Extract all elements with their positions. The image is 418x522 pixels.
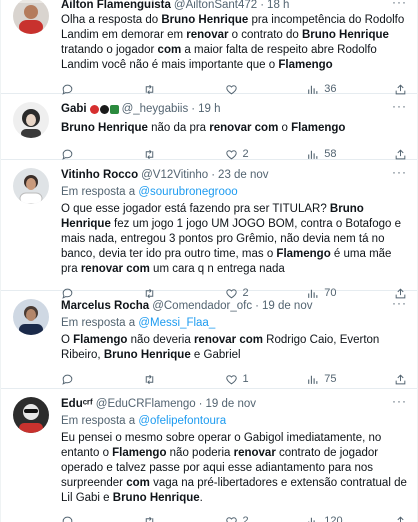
reply-icon: [62, 149, 73, 160]
more-icon[interactable]: ···: [392, 0, 407, 9]
views-icon: [308, 517, 315, 522]
reply-context: Em resposta a @sourubronegrooo: [61, 186, 238, 198]
retweet-icon: [145, 374, 153, 384]
retweet-button[interactable]: [143, 373, 225, 386]
views-button[interactable]: 120: [306, 515, 388, 522]
reply-button[interactable]: [61, 515, 143, 522]
display-name[interactable]: Ailton Flamenguista: [61, 0, 171, 13]
retweet-button[interactable]: [143, 148, 225, 161]
like-icon: [225, 516, 237, 522]
avatar[interactable]: [13, 397, 49, 433]
views-icon: [308, 150, 318, 159]
search-results-feed: Ailton Flamenguista @AiltonSant472 · 18 …: [0, 0, 418, 522]
tweet-text: Bruno Henrique não da pra renovar com o …: [61, 122, 346, 134]
like-button[interactable]: 1: [225, 373, 307, 386]
reply-context: Em resposta a @ofelipefontoura: [61, 415, 227, 427]
share-icon: [397, 515, 404, 522]
views-button[interactable]: 58: [306, 148, 388, 161]
reply-to-link[interactable]: @ofelipefontoura: [138, 415, 226, 427]
handle[interactable]: @_heygabiis: [122, 102, 189, 117]
like-icon: [225, 374, 237, 384]
red-circle-icon: [89, 105, 99, 114]
timestamp[interactable]: 19 h: [198, 102, 220, 117]
handle[interactable]: @V12Vitinho: [141, 168, 208, 183]
handle[interactable]: @EduCRFlamengo: [96, 397, 196, 412]
display-name[interactable]: Gabi: [61, 102, 87, 117]
tweet[interactable]: Eduᶜʳᶠ @EduCRFlamengo · 19 de nov ··· Em…: [1, 389, 417, 522]
reply-icon: [62, 374, 73, 385]
separator-dot: ·: [191, 103, 196, 115]
like-icon: [225, 149, 237, 159]
timestamp[interactable]: 18 h: [267, 0, 289, 13]
share-button[interactable]: [394, 373, 407, 386]
tweet[interactable]: Ailton Flamenguista @AiltonSant472 · 18 …: [1, 0, 417, 95]
like-button[interactable]: 2: [225, 515, 307, 522]
avatar[interactable]: [13, 299, 49, 335]
black-circle-icon: [99, 105, 109, 114]
reply-context: Em resposta a @Messi_Flaa_: [61, 317, 216, 329]
reply-button[interactable]: [61, 148, 143, 161]
more-icon[interactable]: ···: [392, 394, 407, 408]
tweet-actions: 2 120: [61, 512, 407, 522]
reply-to-link[interactable]: @Messi_Flaa_: [138, 317, 215, 329]
tweet-header: Ailton Flamenguista @AiltonSant472 · 18 …: [61, 0, 407, 13]
share-icon: [395, 148, 406, 159]
retweet-icon: [145, 149, 153, 159]
display-name[interactable]: Marcelus Rocha: [61, 299, 149, 314]
retweet-button[interactable]: [143, 515, 225, 522]
display-name[interactable]: Vitinho Rocco: [61, 168, 138, 183]
tweet[interactable]: Marcelus Rocha @Comendador_ofc · 19 de n…: [1, 291, 417, 389]
more-icon[interactable]: ···: [392, 99, 407, 113]
tweet-text: O que esse jogador está fazendo pra ser …: [61, 203, 402, 275]
share-icon: [395, 373, 406, 384]
name-emoji-badges: [89, 105, 119, 114]
avatar[interactable]: [13, 0, 49, 34]
separator-dot: ·: [211, 169, 216, 181]
reply-icon: [62, 516, 73, 522]
avatar[interactable]: [13, 168, 49, 204]
separator-dot: ·: [255, 300, 259, 312]
handle[interactable]: @Comendador_ofc: [152, 299, 252, 314]
tweet[interactable]: Gabi @_heygabiis · 19 h ··· Bruno Henriq…: [1, 94, 417, 160]
tweet-text: Eu pensei o mesmo sobre operar o Gabigol…: [61, 432, 407, 504]
share-button[interactable]: [394, 148, 407, 161]
tweet[interactable]: Vitinho Rocco @V12Vitinho · 23 de nov ··…: [1, 160, 417, 299]
timestamp[interactable]: 19 de nov: [206, 397, 257, 412]
tweet-header: Vitinho Rocco @V12Vitinho · 23 de nov: [61, 168, 407, 183]
tweet-header: Gabi @_heygabiis · 19 h: [61, 102, 407, 117]
share-button[interactable]: [394, 515, 407, 522]
timestamp[interactable]: 19 de nov: [262, 299, 313, 314]
separator-dot: ·: [260, 0, 265, 11]
handle[interactable]: @AiltonSant472: [174, 0, 257, 13]
flag-icon: [109, 105, 119, 114]
like-button[interactable]: 2: [225, 148, 307, 161]
more-icon[interactable]: ···: [392, 165, 407, 179]
timestamp[interactable]: 23 de nov: [218, 168, 269, 183]
tweet-text: O Flamengo não deveria renovar com Rodri…: [61, 334, 380, 361]
tweet-header: Eduᶜʳᶠ @EduCRFlamengo · 19 de nov: [61, 397, 407, 412]
retweet-icon: [145, 516, 153, 522]
tweet-actions: 1 75: [61, 370, 407, 388]
reply-button[interactable]: [61, 373, 143, 386]
display-name[interactable]: Eduᶜʳᶠ: [61, 397, 93, 412]
views-icon: [308, 375, 318, 384]
views-button[interactable]: 75: [306, 373, 388, 386]
tweet-text: Olha a resposta do Bruno Henrique pra in…: [61, 14, 405, 71]
tweet-header: Marcelus Rocha @Comendador_ofc · 19 de n…: [61, 299, 407, 314]
reply-to-link[interactable]: @sourubronegrooo: [138, 186, 237, 198]
separator-dot: ·: [198, 398, 203, 410]
more-icon[interactable]: ···: [392, 296, 407, 310]
avatar[interactable]: [13, 102, 49, 138]
